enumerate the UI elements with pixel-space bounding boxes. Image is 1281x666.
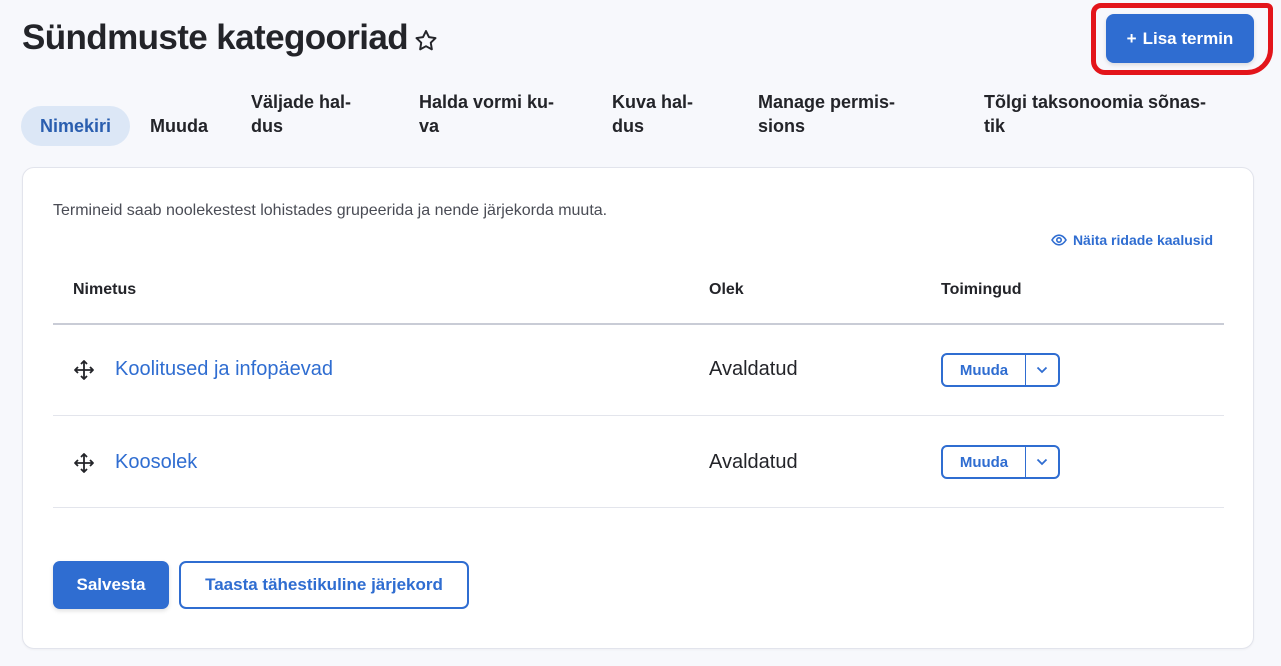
tab-manage-display[interactable]: Kuva hal- dus [612,90,693,138]
eye-icon [1050,234,1067,246]
page: Sündmuste kategooriad + Lisa termin Nime… [0,0,1281,666]
move-arrows-icon[interactable] [73,452,95,474]
row-divider [53,415,1224,416]
tab-label-line1: Manage permis- [758,92,896,112]
tab-label-line2: va [419,116,440,136]
dropbutton-toggle[interactable] [1026,447,1058,477]
column-header-operations: Toimingud [941,281,1022,298]
show-row-weights-link[interactable]: Näita ridade kaalusid [1050,232,1213,248]
operations-dropbutton: Muuda [941,445,1060,479]
chevron-down-icon [1036,458,1048,466]
add-term-button[interactable]: + Lisa termin [1106,14,1254,63]
column-header-status: Olek [709,281,744,298]
table-header-divider [53,323,1224,325]
edit-button[interactable]: Muuda [943,355,1026,385]
tab-label-line1: Kuva hal- [612,92,694,112]
dropbutton-toggle[interactable] [1026,355,1058,385]
tab-label-line2: dus [612,116,645,136]
tab-list[interactable]: Nimekiri [21,106,130,146]
plus-icon: + [1126,28,1137,48]
column-header-name: Nimetus [73,281,137,298]
tab-manage-fields[interactable]: Väljade hal- dus [251,90,351,138]
star-icon[interactable] [413,28,439,54]
reset-alphabetical-button[interactable]: Taasta tähestikuline järjekord [179,561,469,609]
show-row-weights-label: Näita ridade kaalusid [1072,232,1213,248]
status-text: Avaldatud [709,451,798,473]
tab-label-line1: Väljade hal- [251,92,352,112]
tab-label-line1: Halda vormi ku- [419,92,555,112]
page-title: Sündmuste kategooriad [22,18,409,57]
tab-translate-vocabulary[interactable]: Tõlgi taksonoomia sõnas- tik [984,90,1206,138]
tab-label-line2: sions [758,116,806,136]
chevron-down-icon [1036,366,1048,374]
move-arrows-icon[interactable] [73,359,95,381]
tab-label-line2: tik [984,116,1006,136]
tab-label-line1: Tõlgi taksonoomia sõnas- [984,92,1207,112]
edit-button[interactable]: Muuda [943,447,1026,477]
operations-dropbutton: Muuda [941,353,1060,387]
tab-edit-label: Muuda [150,116,208,136]
save-button[interactable]: Salvesta [53,561,169,609]
tab-manage-form-display[interactable]: Halda vormi ku- va [419,90,554,138]
status-text: Avaldatud [709,358,798,380]
term-link[interactable]: Koosolek [115,451,197,474]
term-link[interactable]: Koolitused ja infopäevad [115,358,333,381]
help-text: Termineid saab noolekestest lohistades g… [53,202,608,219]
tab-manage-permissions[interactable]: Manage permis- sions [758,90,895,138]
terms-card: Termineid saab noolekestest lohistades g… [22,167,1254,649]
tab-label-line2: dus [251,116,284,136]
row-divider [53,507,1224,508]
add-term-label: Lisa termin [1142,28,1234,48]
tab-edit[interactable]: Muuda [150,114,208,138]
